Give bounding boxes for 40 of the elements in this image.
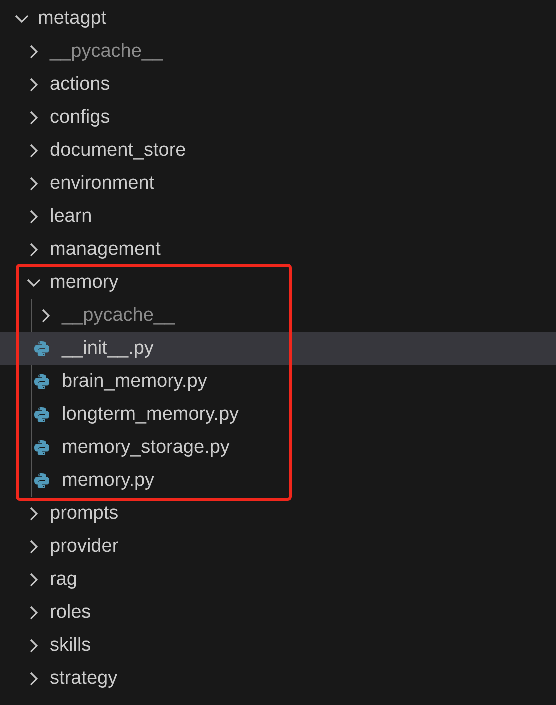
file-item[interactable]: brain_memory.py — [0, 365, 556, 398]
chevron-right-icon[interactable] — [29, 242, 39, 258]
chevron-right-icon[interactable] — [29, 208, 39, 224]
folder-item[interactable]: skills — [0, 629, 556, 662]
folder-item[interactable]: memory — [0, 266, 556, 299]
chevron-right-icon[interactable] — [29, 638, 39, 654]
folder-item[interactable]: learn — [0, 200, 556, 233]
chevron-right-icon[interactable] — [29, 76, 39, 92]
folder-item[interactable]: actions — [0, 68, 556, 101]
folder-item[interactable]: management — [0, 233, 556, 266]
chevron-right-icon[interactable] — [29, 142, 39, 158]
folder-item[interactable]: metagpt — [0, 2, 556, 35]
file-item[interactable]: longterm_memory.py — [0, 398, 556, 431]
folder-item[interactable]: __pycache__ — [0, 35, 556, 68]
chevron-right-icon[interactable] — [41, 308, 51, 324]
file-item[interactable]: memory.py — [0, 464, 556, 497]
folder-item[interactable]: strategy — [0, 662, 556, 695]
chevron-right-icon[interactable] — [29, 176, 39, 192]
python-icon — [34, 340, 50, 356]
folder-item[interactable]: roles — [0, 596, 556, 629]
chevron-right-icon[interactable] — [29, 670, 39, 686]
folder-item[interactable]: prompts — [0, 497, 556, 530]
folder-item[interactable]: __pycache__ — [0, 299, 556, 332]
python-icon — [34, 406, 50, 422]
python-icon — [34, 440, 50, 456]
chevron-right-icon[interactable] — [29, 604, 39, 620]
folder-item[interactable]: configs — [0, 101, 556, 134]
folder-item[interactable]: rag — [0, 563, 556, 596]
chevron-right-icon[interactable] — [29, 572, 39, 588]
chevron-right-icon[interactable] — [29, 110, 39, 126]
folder-item[interactable]: environment — [0, 167, 556, 200]
file-item[interactable]: memory_storage.py — [0, 431, 556, 464]
file-item[interactable]: __init__.py — [0, 332, 556, 365]
chevron-right-icon[interactable] — [29, 44, 39, 60]
chevron-right-icon[interactable] — [29, 506, 39, 522]
python-icon — [34, 374, 50, 390]
folder-item[interactable]: provider — [0, 530, 556, 563]
folder-item[interactable]: document_store — [0, 134, 556, 167]
chevron-right-icon[interactable] — [29, 538, 39, 554]
python-icon — [34, 472, 50, 488]
